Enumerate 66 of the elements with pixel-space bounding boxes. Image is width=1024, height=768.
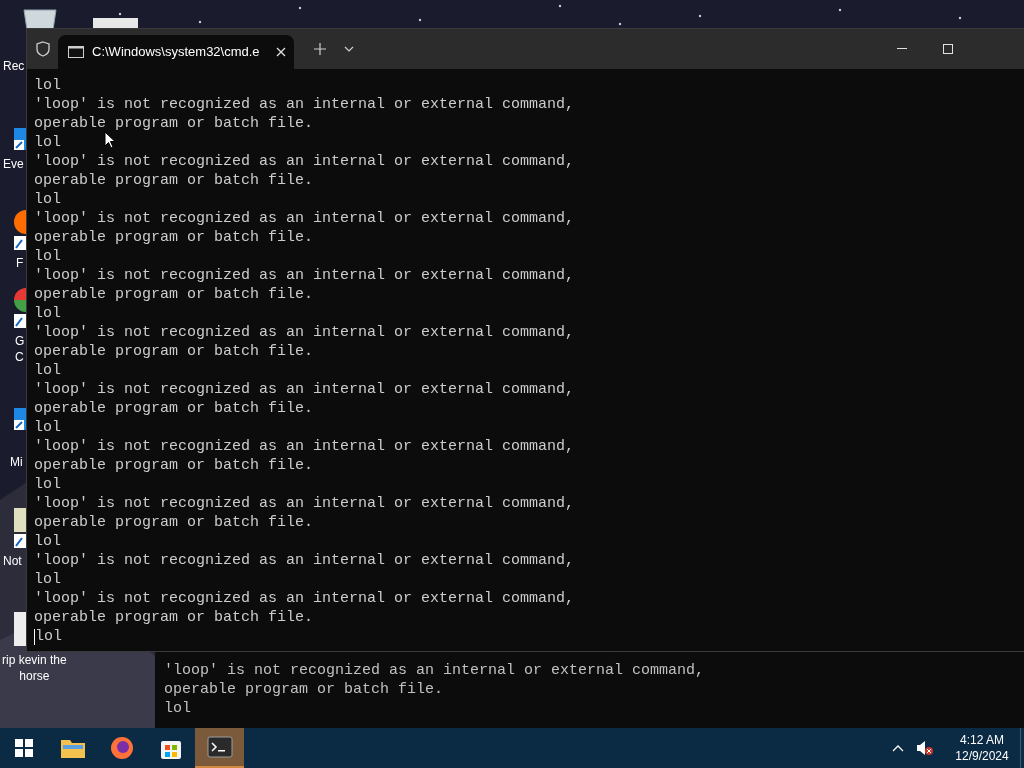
desktop-icon-label[interactable]: horse (19, 668, 50, 684)
desktop-icon-label[interactable]: G (15, 333, 25, 349)
console-line: 'loop' is not recognized as an internal or external command, (34, 551, 575, 570)
minimize-icon[interactable] (897, 48, 907, 50)
console-line: 'loop' is not recognized as an internal or external command, (34, 380, 575, 399)
console-line: operable program or batch file. (34, 228, 314, 247)
mouse-pointer-icon (104, 131, 116, 149)
console-line: operable program or batch file. (34, 513, 314, 532)
console-line: 'loop' is not recognized as an internal or external command, (34, 589, 575, 608)
shortcut-icon (12, 506, 26, 550)
console-line: operable program or batch file. (34, 456, 314, 475)
console-line: lol (34, 190, 61, 209)
file-icon (12, 612, 26, 646)
shortcut-icon (12, 406, 26, 432)
windows-logo-icon (15, 739, 33, 757)
console-line: 'loop' is not recognized as an internal or external command, (34, 95, 575, 114)
firefox-icon (109, 736, 134, 760)
console-line: lol (34, 418, 61, 437)
console-line: operable program or batch file. (34, 342, 314, 361)
desktop-icon-label[interactable]: Rec (3, 58, 25, 74)
console-line: lol (34, 304, 61, 323)
console-line: operable program or batch file. (34, 285, 314, 304)
terminal-tab[interactable]: C:\Windows\system32\cmd.e (58, 35, 294, 69)
console-line: lol (34, 532, 61, 551)
console-line: operable program or batch file. (34, 171, 314, 190)
console-line: lol (34, 361, 61, 380)
tab-title: C:\Windows\system32\cmd.e (92, 43, 261, 62)
console-line: lol (35, 627, 62, 646)
console-line: lol (164, 699, 192, 718)
console-line: lol (34, 133, 61, 152)
desktop-icon-label[interactable]: rip kevin the (2, 652, 67, 668)
console-line: 'loop' is not recognized as an internal or external command, (34, 209, 575, 228)
shortcut-tile (93, 18, 138, 28)
plus-icon[interactable] (314, 43, 326, 55)
console-icon (68, 46, 84, 58)
speaker-muted-icon[interactable] (916, 740, 934, 756)
console-line: operable program or batch file. (164, 680, 445, 699)
chevron-down-icon[interactable] (344, 46, 354, 52)
console-line: operable program or batch file. (34, 114, 314, 133)
shield-icon[interactable] (35, 41, 50, 57)
shortcut-icon (12, 286, 26, 330)
desktop-icon-label[interactable]: Eve (3, 156, 24, 172)
console-line: operable program or batch file. (34, 399, 314, 418)
folder-icon (59, 737, 86, 759)
console-line: 'loop' is not recognized as an internal or external command, (34, 266, 575, 285)
console-line: operable program or batch file. (34, 608, 314, 627)
console-line: lol (34, 570, 61, 589)
console-line: 'loop' is not recognized as an internal or external command, (34, 323, 575, 342)
console-line: 'loop' is not recognized as an internal or external command, (34, 437, 575, 456)
console-line: lol (34, 76, 61, 95)
clock[interactable]: 4:12 AM 12/9/2024 (944, 728, 1020, 768)
console-line: 'loop' is not recognized as an internal or external command, (34, 152, 575, 171)
terminal-icon (206, 736, 233, 758)
desktop-icon-label[interactable]: C (15, 349, 24, 365)
shortcut-icon (12, 208, 26, 252)
desktop-icon-label[interactable]: Not (3, 553, 22, 569)
console-line: lol (34, 475, 61, 494)
console-line: lol (34, 247, 61, 266)
console-line: 'loop' is not recognized as an internal or external command, (164, 661, 706, 680)
console-line: 'loop' is not recognized as an internal or external command, (34, 494, 575, 513)
chevron-up-icon[interactable] (892, 744, 904, 752)
shortcut-icon (12, 126, 26, 152)
close-icon[interactable] (276, 47, 286, 57)
desktop-icon-label[interactable]: F (16, 255, 24, 271)
maximize-icon[interactable] (943, 44, 953, 54)
desktop-icon-label[interactable]: Mi (10, 454, 23, 470)
